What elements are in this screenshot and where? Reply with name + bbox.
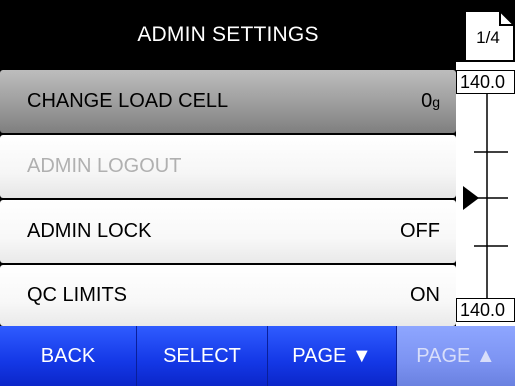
page-down-button[interactable]: PAGE ▼ <box>268 326 397 386</box>
menu-item-value: 0g <box>421 90 440 112</box>
menu-item-admin-logout: ADMIN LOGOUT <box>0 135 456 198</box>
footer-button-bar: BACK SELECT PAGE ▼ PAGE ▲ <box>0 326 515 386</box>
page-up-button: PAGE ▲ <box>397 326 515 386</box>
menu-item-label: ADMIN LOGOUT <box>27 155 182 177</box>
header-bar: ADMIN SETTINGS <box>0 0 456 70</box>
menu-item-label: CHANGE LOAD CELL <box>27 90 229 112</box>
page-indicator-text: 1/4 <box>476 28 500 47</box>
gauge-top-label: 140.0 <box>456 70 515 94</box>
unit-label: g <box>432 94 440 110</box>
gauge-scale <box>463 94 508 298</box>
scroll-gauge: 140.0 140.0 <box>456 62 515 326</box>
menu-item-qc-limits[interactable]: QC LIMITS ON <box>0 265 456 326</box>
page-indicator: 1/4 <box>463 10 515 62</box>
back-button[interactable]: BACK <box>0 326 137 386</box>
menu-item-label: QC LIMITS <box>27 284 128 306</box>
menu-item-admin-lock[interactable]: ADMIN LOCK OFF <box>0 200 456 263</box>
menu-item-value: ON <box>410 284 440 306</box>
menu-item-change-load-cell[interactable]: CHANGE LOAD CELL 0g <box>0 70 456 133</box>
select-button[interactable]: SELECT <box>137 326 268 386</box>
page-title: ADMIN SETTINGS <box>137 23 319 46</box>
gauge-pointer-icon <box>463 186 479 210</box>
gauge-bottom-label: 140.0 <box>456 298 515 322</box>
menu-item-value: OFF <box>400 220 440 242</box>
menu-item-label: ADMIN LOCK <box>27 220 152 242</box>
